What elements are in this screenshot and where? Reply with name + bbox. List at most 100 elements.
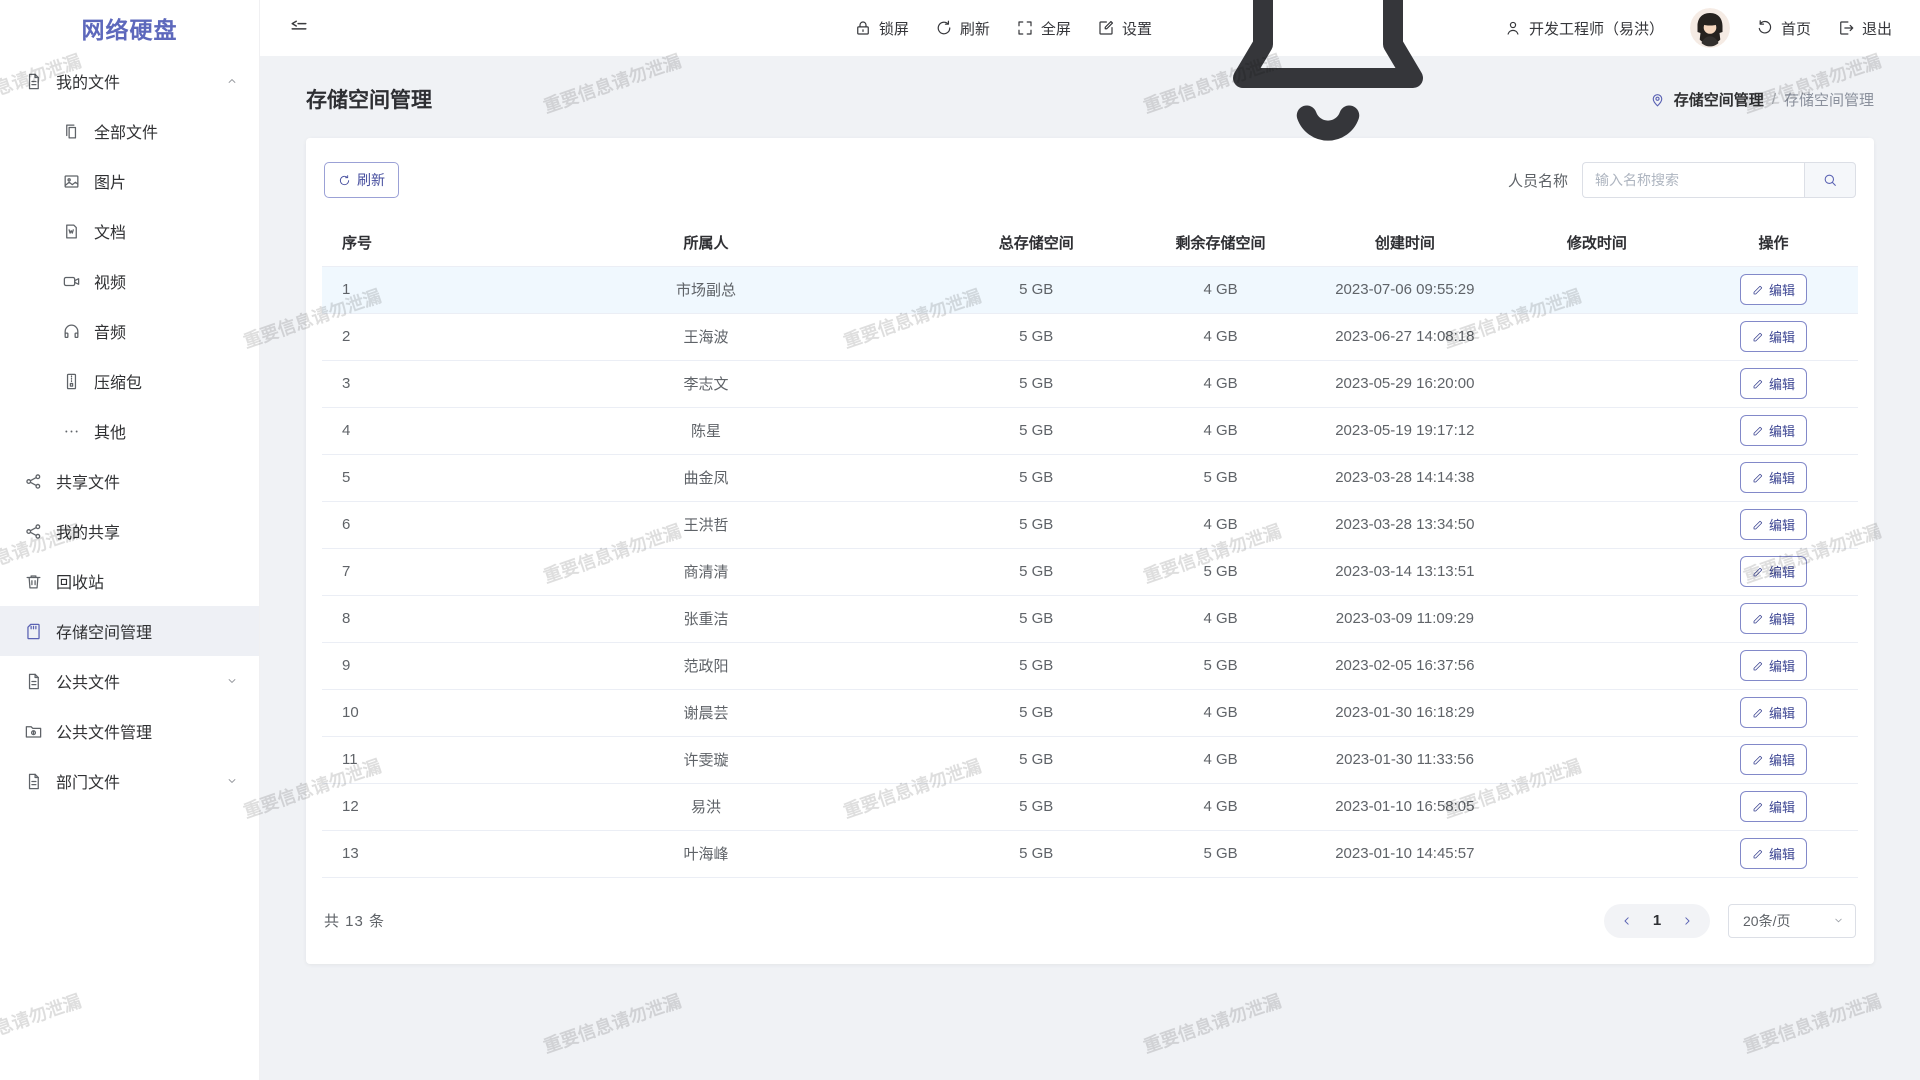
cell-modified [1505,266,1689,313]
sidebar-item-recycle-bin[interactable]: 回收站 [0,556,259,606]
edit-button-label: 编辑 [1769,703,1795,722]
edit-button[interactable]: 编辑 [1740,274,1807,305]
logout-button[interactable]: 退出 [1837,18,1892,39]
table-row: 11许雯璇5 GB4 GB2023-01-30 11:33:56编辑 [322,736,1858,783]
table-row: 12易洪5 GB4 GB2023-01-10 16:58:05编辑 [322,783,1858,830]
cell-actions: 编辑 [1689,360,1858,407]
sidebar-item-all-files[interactable]: 全部文件 [0,106,259,156]
edit-button[interactable]: 编辑 [1740,650,1807,681]
cell-created: 2023-03-09 11:09:29 [1305,595,1505,642]
cell-no: 8 [322,595,476,642]
cell-no: 9 [322,642,476,689]
cell-created: 2023-06-27 14:08:18 [1305,313,1505,360]
lock-screen-button[interactable]: 锁屏 [854,18,909,39]
sidebar-item-my-files[interactable]: 我的文件 [0,56,259,106]
file-icon [24,672,43,691]
cell-owner: 张重洁 [476,595,937,642]
sidebar-item-storage-management[interactable]: 存储空间管理 [0,606,259,656]
sidebar-item-public-files[interactable]: 公共文件 [0,656,259,706]
current-page-number[interactable]: 1 [1644,912,1670,929]
notifications-button[interactable]: 3 [1178,0,1478,178]
prev-page-button[interactable] [1614,908,1640,934]
home-button[interactable]: 首页 [1756,18,1811,39]
sidebar-item-label: 全部文件 [94,119,239,143]
sidebar-item-images[interactable]: 图片 [0,156,259,206]
cell-free: 4 GB [1136,689,1305,736]
sidebar-item-documents[interactable]: 文档 [0,206,259,256]
edit-button[interactable]: 编辑 [1740,838,1807,869]
trash-icon [24,572,43,591]
cell-modified [1505,548,1689,595]
cell-total: 5 GB [936,689,1136,736]
storage-icon [24,622,43,641]
edit-button[interactable]: 编辑 [1740,509,1807,540]
sidebar-item-others[interactable]: 其他 [0,406,259,456]
image-icon [62,172,81,191]
cell-free: 4 GB [1136,595,1305,642]
cell-modified [1505,689,1689,736]
cell-modified [1505,642,1689,689]
folder-icon [24,722,43,741]
sidebar-item-label: 公共文件 [56,669,225,693]
edit-button[interactable]: 编辑 [1740,368,1807,399]
sidebar-item-shared-files[interactable]: 共享文件 [0,456,259,506]
sidebar-item-department-files[interactable]: 部门文件 [0,756,259,806]
chevron-down-icon [225,774,239,788]
cell-created: 2023-03-14 13:13:51 [1305,548,1505,595]
edit-button-label: 编辑 [1769,327,1795,346]
app-logo: 网络硬盘 [0,0,259,56]
page-size-select[interactable]: 20条/页 [1728,904,1856,938]
lock-screen-label: 锁屏 [879,18,909,39]
sidebar-item-my-shares[interactable]: 我的共享 [0,506,259,556]
main-content: 存储空间管理 存储空间管理 / 存储空间管理 刷新 人员名称 [260,56,1920,1080]
page-size-value: 20条/页 [1743,911,1790,931]
settings-button[interactable]: 设置 [1097,18,1152,39]
edit-button[interactable]: 编辑 [1740,462,1807,493]
next-page-button[interactable] [1674,908,1700,934]
table-row: 3李志文5 GB4 GB2023-05-29 16:20:00编辑 [322,360,1858,407]
edit-button[interactable]: 编辑 [1740,744,1807,775]
refresh-button[interactable]: 刷新 [935,18,990,39]
pencil-icon [1752,801,1764,813]
pencil-icon [1752,284,1764,296]
user-avatar[interactable] [1690,8,1730,48]
cell-actions: 编辑 [1689,642,1858,689]
cell-owner: 易洪 [476,783,937,830]
table-footer: 共 13 条 1 20条/页 [324,904,1856,938]
cell-created: 2023-01-30 16:18:29 [1305,689,1505,736]
edit-button[interactable]: 编辑 [1740,697,1807,728]
sidebar-item-videos[interactable]: 视频 [0,256,259,306]
cell-created: 2023-01-10 14:45:57 [1305,830,1505,877]
user-menu[interactable]: 开发工程师（易洪） [1504,18,1664,39]
file-icon [24,772,43,791]
pencil-icon [1752,425,1764,437]
cell-total: 5 GB [936,783,1136,830]
edit-button[interactable]: 编辑 [1740,321,1807,352]
cell-actions: 编辑 [1689,313,1858,360]
bell-icon [1178,0,1478,178]
refresh-table-button[interactable]: 刷新 [324,162,399,198]
refresh-icon [338,174,351,187]
topbar-actions: 锁屏 刷新 全屏 设置 3 开发工程师（易洪） 首页 退出 [854,0,1892,178]
sidebar-fold-icon[interactable] [288,17,310,39]
edit-button[interactable]: 编辑 [1740,791,1807,822]
edit-button[interactable]: 编辑 [1740,603,1807,634]
sidebar-item-audio[interactable]: 音频 [0,306,259,356]
edit-button[interactable]: 编辑 [1740,415,1807,446]
fullscreen-button[interactable]: 全屏 [1016,18,1071,39]
cell-owner: 市场副总 [476,266,937,313]
sidebar-item-label: 回收站 [56,569,239,593]
settings-label: 设置 [1122,18,1152,39]
table-row: 1市场副总5 GB4 GB2023-07-06 09:55:29编辑 [322,266,1858,313]
cell-free: 4 GB [1136,407,1305,454]
sidebar-item-public-files-management[interactable]: 公共文件管理 [0,706,259,756]
edit-button[interactable]: 编辑 [1740,556,1807,587]
table-row: 8张重洁5 GB4 GB2023-03-09 11:09:29编辑 [322,595,1858,642]
sidebar-item-archives[interactable]: 压缩包 [0,356,259,406]
column-header-2: 总存储空间 [936,220,1136,266]
pencil-icon [1752,754,1764,766]
table-body: 1市场副总5 GB4 GB2023-07-06 09:55:29编辑2王海波5 … [322,266,1858,877]
cell-total: 5 GB [936,360,1136,407]
edit-button-label: 编辑 [1769,797,1795,816]
cell-actions: 编辑 [1689,830,1858,877]
